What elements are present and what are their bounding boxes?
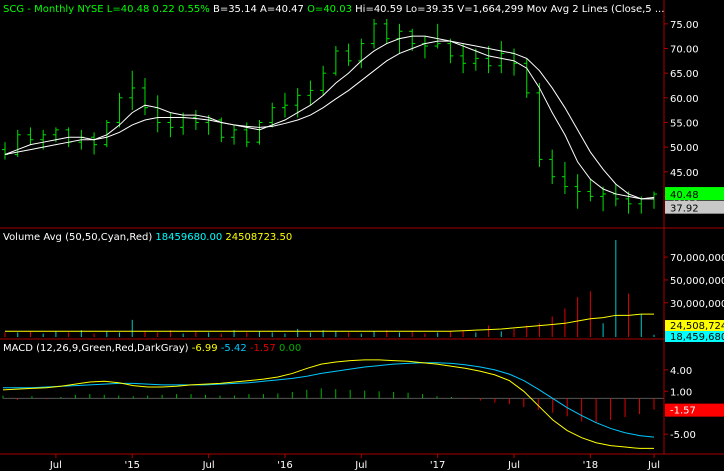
x-tick-label: Jul xyxy=(49,460,62,471)
study-name: Mov Avg 2 Lines (Close,5 ... xyxy=(527,4,665,15)
volume-tick-label: 50,000,000 xyxy=(670,276,724,287)
symbol: SCG xyxy=(3,4,24,15)
change-pct: 0.55% xyxy=(178,4,210,15)
x-tick-label: Jul xyxy=(507,460,520,471)
last-price-badge-label: 40.48 xyxy=(670,190,699,201)
bid: B=35.14 xyxy=(213,4,257,15)
x-tick-label: '16 xyxy=(277,460,292,471)
volume-tick-label: 70,000,000 xyxy=(670,253,724,264)
volume-title-text: Volume Avg (50,50,Cyan,Red) xyxy=(3,232,155,243)
period: Monthly xyxy=(34,4,74,15)
volume-title: Volume Avg (50,50,Cyan,Red) 18459680.00 … xyxy=(3,232,292,243)
price-tick-label: 65.00 xyxy=(670,69,699,80)
signal-value: -5.42 xyxy=(221,343,250,354)
hist-value: -1.57 xyxy=(250,343,279,354)
low: Lo=39.35 xyxy=(406,4,455,15)
stock-chart: SCG - Monthly NYSE L=40.48 0.22 0.55% B=… xyxy=(0,0,724,471)
chart-header: SCG - Monthly NYSE L=40.48 0.22 0.55% B=… xyxy=(3,4,664,15)
exchange: NYSE xyxy=(77,4,103,15)
high: Hi=40.59 xyxy=(355,4,402,15)
zero-value: 0.00 xyxy=(279,343,301,354)
price-tick-label: 50.00 xyxy=(670,143,699,154)
macd-title-text: MACD (12,26,9,Green,Red,DarkGray) xyxy=(3,343,192,354)
macd-tick-label: 4.00 xyxy=(670,366,692,377)
volume-badge-1-label: 24,508,724 xyxy=(670,321,724,332)
x-tick-label: '15 xyxy=(125,460,140,471)
open: O=40.03 xyxy=(307,4,352,15)
macd-tick-label: 1.00 xyxy=(670,387,692,398)
volume-badge-2-label: 18,459,680 xyxy=(670,332,724,343)
volume-text: V=1,664,299 xyxy=(457,4,523,15)
price-tick-label: 45.00 xyxy=(670,168,699,179)
ma-value-badge-label: 37.92 xyxy=(670,204,699,215)
x-tick-label: Jul xyxy=(202,460,215,471)
ask: A=40.47 xyxy=(260,4,304,15)
volume-tick-label: 30,000,000 xyxy=(670,299,724,310)
separator-1: - xyxy=(27,4,34,15)
x-tick-label: '17 xyxy=(430,460,445,471)
macd-value: -6.99 xyxy=(192,343,221,354)
last-price: L=40.48 xyxy=(107,4,150,15)
price-tick-label: 60.00 xyxy=(670,94,699,105)
x-tick-label: Jul xyxy=(354,460,367,471)
price-tick-label: 55.00 xyxy=(670,118,699,129)
volume-avg-value: 18459680.00 xyxy=(155,232,225,243)
volume-avg2-value: 24508723.50 xyxy=(225,232,292,243)
macd-tick-label: -5.00 xyxy=(670,430,696,441)
change: 0.22 xyxy=(153,4,175,15)
price-tick-label: 70.00 xyxy=(670,45,699,56)
price-tick-label: 75.00 xyxy=(670,20,699,31)
macd-title: MACD (12,26,9,Green,Red,DarkGray) -6.99 … xyxy=(3,343,301,354)
x-tick-label: '18 xyxy=(583,460,598,471)
macd-badge-label: -1.57 xyxy=(670,406,696,417)
x-tick-label: Jul xyxy=(647,460,660,471)
